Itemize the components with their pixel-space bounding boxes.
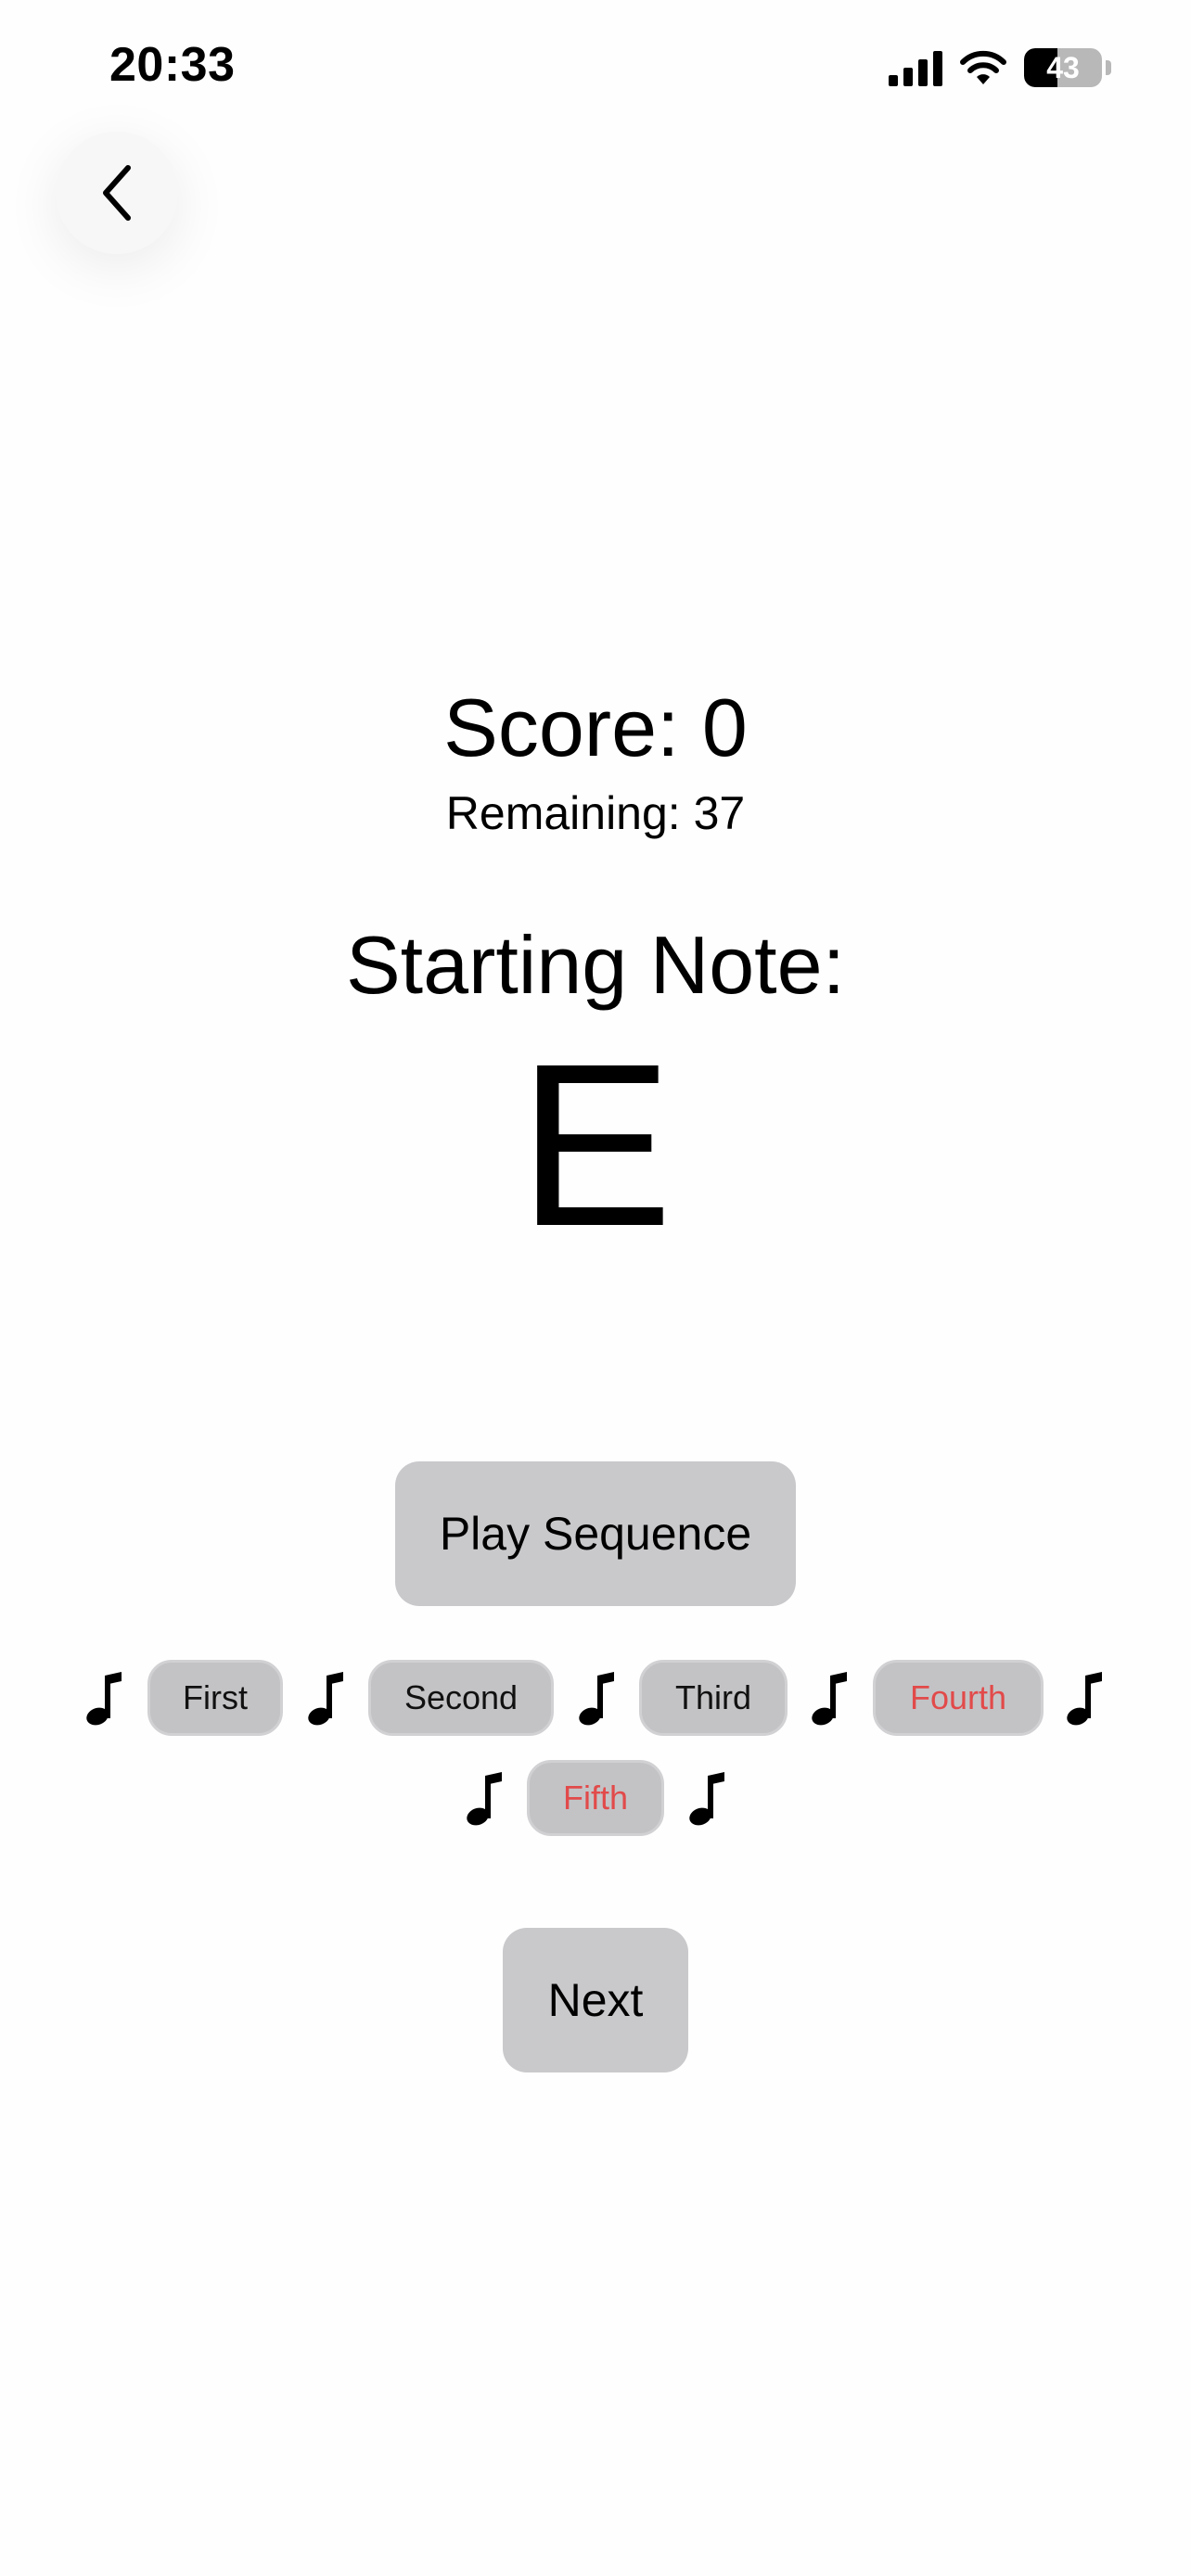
cellular-signal-icon bbox=[889, 51, 942, 86]
status-time: 20:33 bbox=[109, 38, 236, 92]
music-note-icon bbox=[308, 1672, 343, 1726]
wifi-icon bbox=[960, 50, 1006, 84]
music-note-icon bbox=[467, 1772, 502, 1826]
back-button[interactable] bbox=[56, 132, 178, 254]
status-indicators: 43 bbox=[889, 45, 1111, 91]
next-button[interactable]: Next bbox=[503, 1928, 688, 2072]
battery-icon: 43 bbox=[1024, 48, 1102, 87]
music-note-icon bbox=[579, 1672, 614, 1726]
battery-percentage: 43 bbox=[1046, 50, 1080, 84]
battery-cap bbox=[1106, 60, 1111, 75]
starting-note-value: E bbox=[518, 1015, 673, 1274]
music-note-icon bbox=[1067, 1672, 1102, 1726]
sequence-chip-fourth[interactable]: Fourth bbox=[873, 1660, 1044, 1736]
music-note-icon bbox=[86, 1672, 122, 1726]
chevron-left-icon bbox=[103, 165, 131, 221]
starting-note-label: Starting Note: bbox=[345, 919, 846, 1011]
score-text: Score: 0 bbox=[443, 682, 748, 773]
music-note-icon bbox=[689, 1772, 724, 1826]
sequence-chip-second[interactable]: Second bbox=[368, 1660, 554, 1736]
sequence-chip-fifth[interactable]: Fifth bbox=[527, 1760, 664, 1836]
play-sequence-button[interactable]: Play Sequence bbox=[395, 1461, 796, 1606]
sequence-chip-first[interactable]: First bbox=[147, 1660, 283, 1736]
remaining-text: Remaining: 37 bbox=[445, 787, 746, 839]
music-note-icon bbox=[812, 1672, 847, 1726]
sequence-chip-third[interactable]: Third bbox=[639, 1660, 788, 1736]
